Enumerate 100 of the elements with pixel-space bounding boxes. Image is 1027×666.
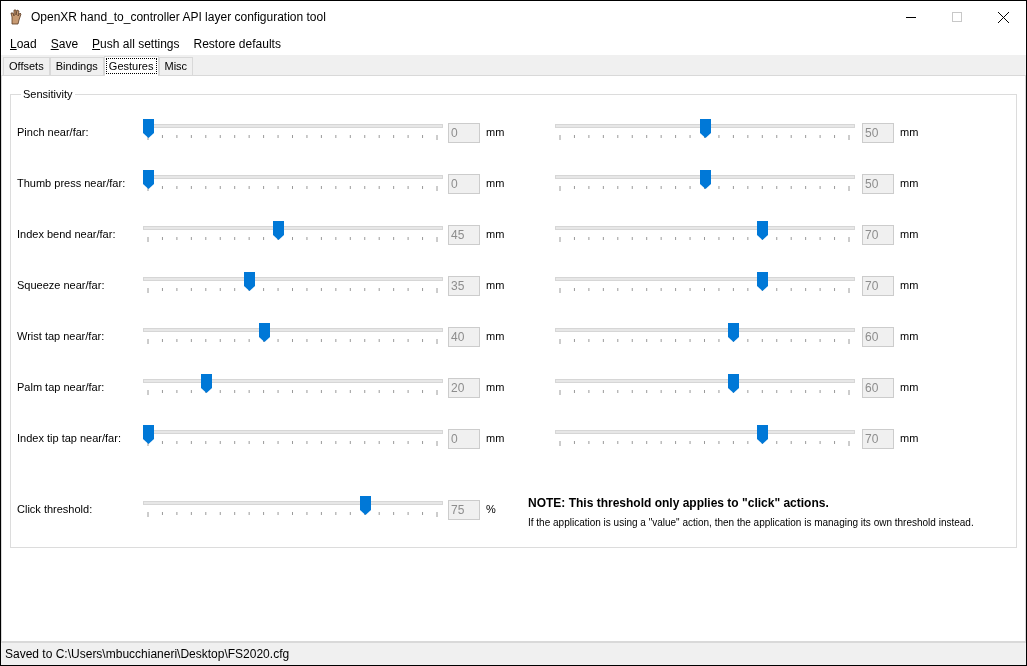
tick-marks-icon [147,133,438,140]
unit-label: mm [486,227,505,243]
value-field[interactable]: 50 [862,173,894,194]
slider-track[interactable] [555,218,855,245]
unit-label: mm [486,431,505,447]
tick-marks-icon [147,510,438,517]
status-text: Saved to C:\Users\mbucchianeri\Desktop\FS2020.cfg [5,646,290,663]
unit-label: mm [486,176,505,192]
row-label: Index bend near/far: [17,227,117,243]
unit-label: mm [900,380,919,396]
unit-label: % [486,502,496,518]
tick-marks-icon [147,388,438,395]
value-field[interactable]: 35 [448,275,480,296]
raised-hand-icon [9,9,23,25]
tab[interactable]: Misc [158,57,194,75]
menu-item[interactable]: Push all settings [85,33,187,55]
row-label: Index tip tap near/far: [17,431,122,447]
unit-label: mm [486,125,505,141]
tab[interactable]: Gestures [103,56,159,76]
slider-track[interactable] [555,269,855,296]
unit-label: mm [900,227,919,243]
unit-label: mm [900,329,919,345]
menu-item[interactable]: Load [3,33,44,55]
tick-marks-icon [147,286,438,293]
tick-marks-icon [559,388,850,395]
group-title: Sensitivity [22,87,74,102]
row-label: Thumb press near/far: [17,176,127,192]
value-field[interactable]: 40 [448,326,480,347]
slider-thumb[interactable] [200,373,212,393]
slider-thumb[interactable] [728,373,740,393]
value-field[interactable]: 75 [448,499,480,520]
slider-track[interactable] [555,167,855,194]
maximize-icon [952,12,962,22]
row-label: Pinch near/far: [17,125,90,141]
slider-track[interactable] [143,116,443,143]
slider-thumb[interactable] [143,118,154,138]
tick-marks-icon [559,286,850,293]
window-title: OpenXR hand_to_controller API layer configuration tool [31,9,326,26]
value-field[interactable]: 60 [862,377,894,398]
slider-thumb[interactable] [143,424,154,444]
slider-thumb[interactable] [359,495,371,515]
unit-label: mm [486,380,505,396]
note-text: If the application is using a "value" action, then the application is managing its own threshold instead. [528,515,974,530]
slider-track[interactable] [143,320,443,347]
slider-track[interactable] [143,422,443,449]
row-label: Wrist tap near/far: [17,329,106,345]
slider-thumb[interactable] [258,322,270,342]
slider-thumb[interactable] [757,424,769,444]
slider-track[interactable] [143,269,443,296]
slider-track[interactable] [555,320,855,347]
close-icon [997,11,1009,23]
value-field[interactable]: 70 [862,275,894,296]
value-field[interactable]: 70 [862,428,894,449]
slider-track[interactable] [555,422,855,449]
tick-marks-icon [559,133,850,140]
slider-track[interactable] [143,493,443,520]
value-field[interactable]: 70 [862,224,894,245]
row-label: Click threshold: [17,502,94,518]
value-field[interactable]: 50 [862,122,894,143]
slider-track[interactable] [143,371,443,398]
tick-marks-icon [559,337,850,344]
slider-thumb[interactable] [728,322,740,342]
row-label: Palm tap near/far: [17,380,106,396]
menu-item[interactable]: Restore defaults [186,33,288,55]
slider-thumb[interactable] [244,271,256,291]
note-heading: NOTE: This threshold only applies to "click" actions. [528,494,830,512]
slider-thumb[interactable] [273,220,285,240]
tab[interactable]: Bindings [49,57,104,75]
tab[interactable]: Offsets [3,57,50,75]
slider-thumb[interactable] [699,169,711,189]
minimize-icon [906,16,916,18]
slider-track[interactable] [555,371,855,398]
tick-marks-icon [147,235,438,242]
slider-track[interactable] [143,218,443,245]
value-field[interactable]: 0 [448,122,480,143]
value-field[interactable]: 20 [448,377,480,398]
tick-marks-icon [147,184,438,191]
unit-label: mm [900,431,919,447]
tick-marks-icon [147,337,438,344]
slider-track[interactable] [143,167,443,194]
slider-thumb[interactable] [143,169,154,189]
unit-label: mm [486,329,505,345]
slider-thumb[interactable] [757,220,769,240]
value-field[interactable]: 0 [448,428,480,449]
unit-label: mm [486,278,505,294]
tick-marks-icon [147,439,438,446]
slider-thumb[interactable] [757,271,769,291]
unit-label: mm [900,176,919,192]
menu-item[interactable]: Save [43,33,86,55]
tick-marks-icon [559,235,850,242]
tick-marks-icon [559,439,850,446]
slider-track[interactable] [555,116,855,143]
value-field[interactable]: 60 [862,326,894,347]
slider-thumb[interactable] [699,118,711,138]
value-field[interactable]: 0 [448,173,480,194]
unit-label: mm [900,278,919,294]
unit-label: mm [900,125,919,141]
row-label: Squeeze near/far: [17,278,106,294]
value-field[interactable]: 45 [448,224,480,245]
tick-marks-icon [559,184,850,191]
